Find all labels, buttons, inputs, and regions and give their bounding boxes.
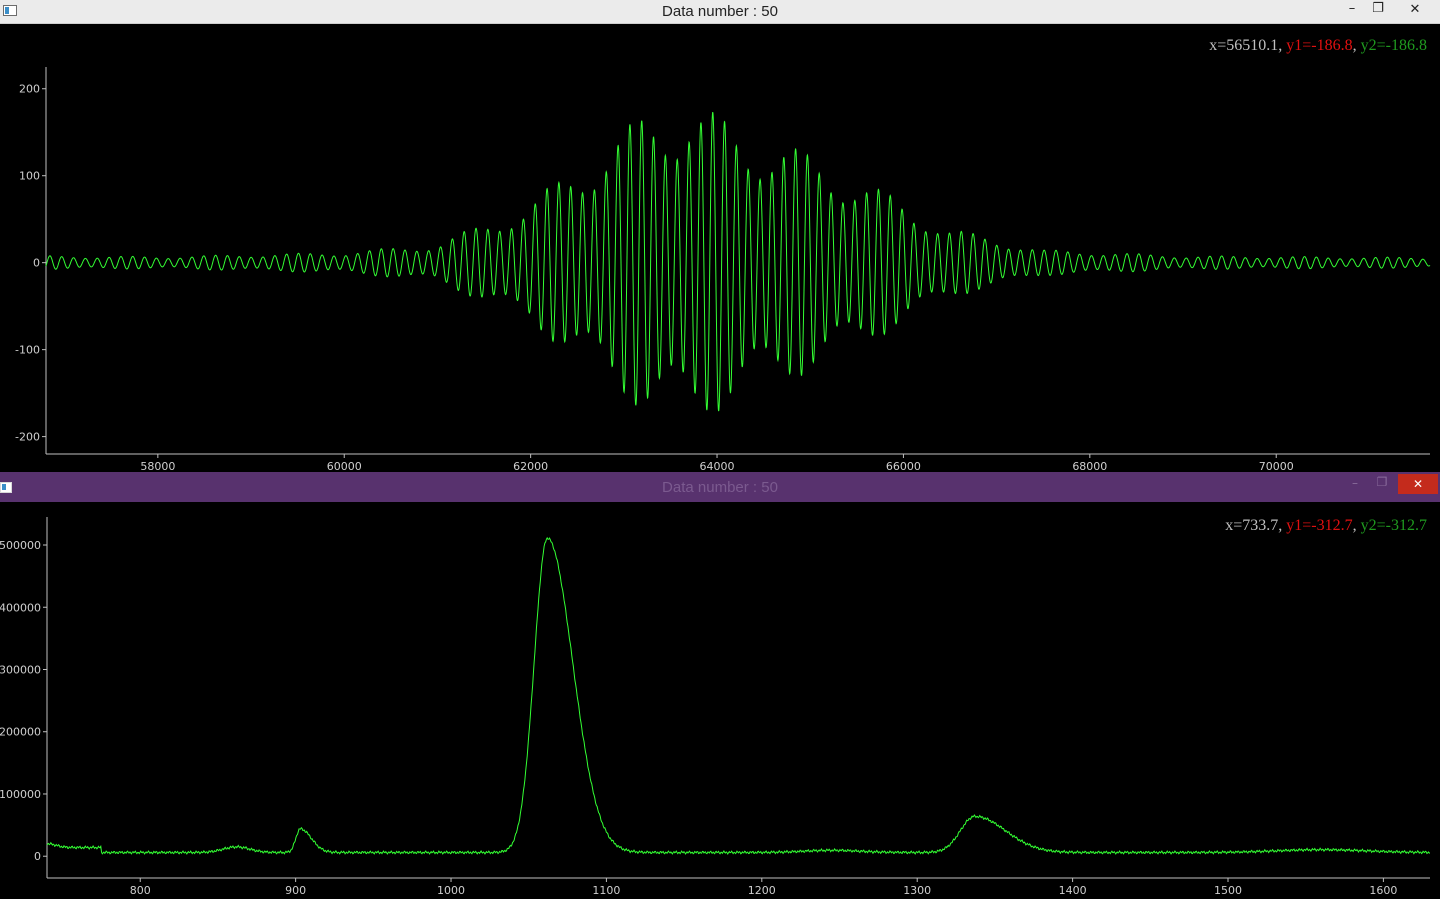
x-tick-label: 1300 <box>903 884 931 897</box>
x-tick-label: 60000 <box>327 460 362 472</box>
x-tick-label: 62000 <box>513 460 548 472</box>
x-tick-label: 1000 <box>437 884 465 897</box>
minimize-button[interactable]: – <box>1338 1 1366 16</box>
y-tick-label: 200000 <box>0 726 41 739</box>
plot-area-1[interactable]: x=56510.1, y1=-186.8, y2=-186.8 200 100 0-… <box>0 24 1440 472</box>
series-line <box>45 112 1431 412</box>
window-2-title: Data number : 50 <box>662 479 778 496</box>
x-tick-label: 1100 <box>592 884 620 897</box>
restore-button[interactable]: ❐ <box>1369 475 1395 489</box>
y-tick-label: 300000 <box>0 663 41 676</box>
y-tick-label: 0 <box>34 850 41 863</box>
close-button[interactable]: ✕ <box>1398 474 1438 494</box>
y-tick-label: -100 <box>15 344 40 357</box>
y-tick-label: -200 <box>15 431 40 444</box>
window-1-title: Data number : 50 <box>662 3 778 20</box>
x-tick-label: 800 <box>130 884 151 897</box>
plot-window-2: Data number : 50 – ❐ ✕ x=733.7, y1=-312.… <box>0 472 1440 899</box>
x-tick-label: 1500 <box>1214 884 1242 897</box>
x-tick-label: 68000 <box>1072 460 1107 472</box>
x-tick-label: 1400 <box>1059 884 1087 897</box>
time-domain-chart[interactable]: 200 100 0 -100 -200 58000 60000 62000 64000 66000… <box>0 24 1440 472</box>
y-tick-label: 200 <box>19 83 40 96</box>
y-tick-label: 100000 <box>0 788 41 801</box>
restore-button[interactable]: ❐ <box>1364 1 1392 16</box>
x-tick-label: 1600 <box>1369 884 1397 897</box>
spectrum-chart[interactable]: 500000 400000 300000 200000 100000 0 800 900 100… <box>0 502 1440 899</box>
window-1-titlebar[interactable]: Data number : 50 – ❐ ✕ <box>0 0 1440 24</box>
x-tick-label: 64000 <box>700 460 735 472</box>
minimize-button[interactable]: – <box>1342 476 1368 490</box>
y-tick-label: 400000 <box>0 601 41 614</box>
window-2-titlebar[interactable]: Data number : 50 – ❐ ✕ <box>0 472 1440 502</box>
y-tick-label: 500000 <box>0 539 41 552</box>
y-tick-label: 100 <box>19 170 40 183</box>
series-line <box>46 536 1431 855</box>
y-tick-label: 0 <box>33 257 40 270</box>
close-button[interactable]: ✕ <box>1392 0 1438 22</box>
x-tick-label: 58000 <box>140 460 175 472</box>
plot-area-2[interactable]: x=733.7, y1=-312.7, y2=-312.7 500000 4000… <box>0 502 1440 899</box>
x-tick-label: 900 <box>285 884 306 897</box>
x-tick-label: 1200 <box>748 884 776 897</box>
x-tick-label: 66000 <box>886 460 921 472</box>
x-tick-label: 70000 <box>1259 460 1294 472</box>
plot-window-1: Data number : 50 – ❐ ✕ x=56510.1, y1=-18… <box>0 0 1440 472</box>
